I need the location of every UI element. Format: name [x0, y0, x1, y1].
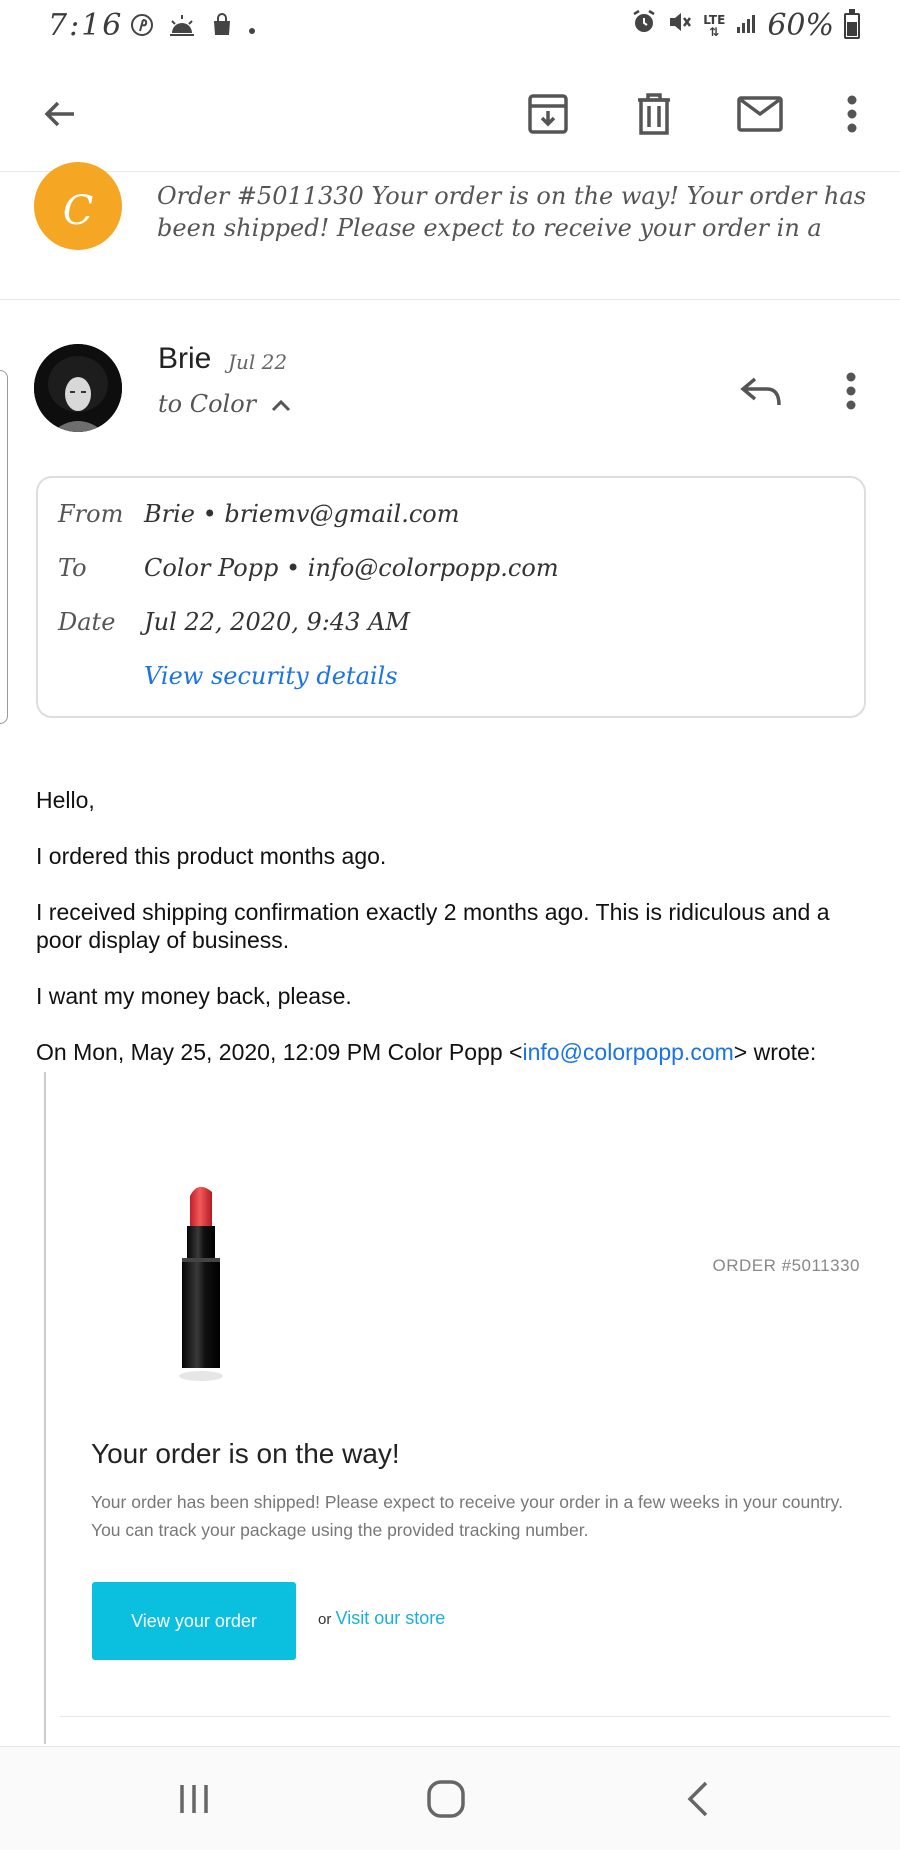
mute-icon [667, 8, 693, 43]
to-value: Color Popp • info@colorpopp.com [144, 554, 559, 582]
nav-bar [0, 1746, 900, 1850]
toolbar [0, 56, 900, 172]
lipstick-image [160, 1180, 240, 1400]
battery-percent: 60% [767, 8, 834, 43]
body-line-2: I received shipping confirmation exactly… [36, 899, 830, 953]
visit-store-link[interactable]: Visit our store [336, 1608, 446, 1628]
lte-indicator: LTE ⇅ [703, 12, 726, 39]
greeting: Hello, [36, 787, 95, 813]
details-security-row: View security details [58, 662, 398, 690]
pinterest-icon [130, 13, 154, 44]
weather-icon [168, 13, 196, 44]
avatar[interactable] [34, 344, 122, 432]
from-value: Brie • briemv@gmail.com [144, 500, 460, 528]
sender-date: Jul 22 [228, 350, 288, 374]
back-icon[interactable] [668, 1773, 728, 1825]
previous-avatar: C [34, 162, 122, 250]
email-body: Hello, I ordered this product months ago… [36, 786, 866, 1094]
message-header: Brie Jul 22 to Color [0, 300, 900, 724]
divider [60, 1716, 890, 1717]
to-line-text: to Color [158, 390, 257, 418]
status-time: 7:16 [48, 8, 124, 43]
home-icon[interactable] [416, 1773, 476, 1825]
details-from-row: From Brie • briemv@gmail.com [58, 500, 460, 528]
mark-unread-icon[interactable] [736, 90, 784, 138]
quote-intro: On Mon, May 25, 2020, 12:09 PM Color Pop… [36, 1038, 866, 1066]
body-line-3: I want my money back, please. [36, 983, 352, 1009]
chevron-up-icon[interactable] [270, 390, 292, 418]
to-label: To [58, 554, 87, 582]
status-bar: 7:16 LTE ⇅ 60% [0, 0, 900, 56]
quote-intro-prefix: On Mon, May 25, 2020, 12:09 PM Color Pop… [36, 1039, 523, 1065]
date-value: Jul 22, 2020, 9:43 AM [144, 608, 410, 636]
signal-icon [735, 8, 757, 43]
to-line[interactable]: to Color [158, 390, 292, 418]
details-box: From Brie • briemv@gmail.com To Color Po… [36, 476, 866, 718]
network-label: LTE [703, 12, 726, 27]
archive-icon[interactable] [524, 90, 572, 138]
back-arrow-icon[interactable] [36, 90, 84, 138]
view-security-details-link[interactable]: View security details [144, 662, 398, 690]
more-vert-icon[interactable] [828, 90, 876, 138]
details-to-row: To Color Popp • info@colorpopp.com [58, 554, 559, 582]
reply-icon[interactable] [736, 366, 786, 416]
left-edge-handle [0, 370, 8, 724]
quote-bar [44, 1072, 46, 1744]
sender-name: Brie [158, 342, 212, 375]
dot-icon [248, 14, 256, 42]
details-date-row: Date Jul 22, 2020, 9:43 AM [58, 608, 410, 636]
order-number: ORDER #5011330 [712, 1256, 860, 1275]
status-right: LTE ⇅ 60% [631, 8, 860, 43]
quote-intro-suffix: > wrote: [733, 1039, 817, 1065]
order-description: Your order has been shipped! Please expe… [91, 1492, 843, 1540]
order-title: Your order is on the way! [91, 1438, 400, 1469]
or-line: or Visit our store [318, 1608, 445, 1629]
date-label: Date [58, 608, 116, 636]
quote-email-link[interactable]: info@colorpopp.com [522, 1039, 733, 1065]
body-line-1: I ordered this product months ago. [36, 843, 387, 869]
or-text: or [318, 1611, 332, 1628]
shopping-bag-icon [210, 12, 234, 44]
view-order-button[interactable]: View your order [92, 1582, 296, 1660]
alarm-icon [631, 8, 657, 43]
previous-message[interactable]: C Order #5011330 Your order is on the wa… [0, 162, 900, 300]
recent-apps-icon[interactable] [164, 1773, 224, 1825]
from-label: From [58, 500, 124, 528]
previous-snippet: Order #5011330 Your order is on the way!… [157, 182, 867, 242]
status-left-icons [130, 10, 256, 46]
battery-icon [844, 8, 860, 39]
message-more-icon[interactable] [836, 366, 866, 416]
delete-icon[interactable] [630, 90, 678, 138]
